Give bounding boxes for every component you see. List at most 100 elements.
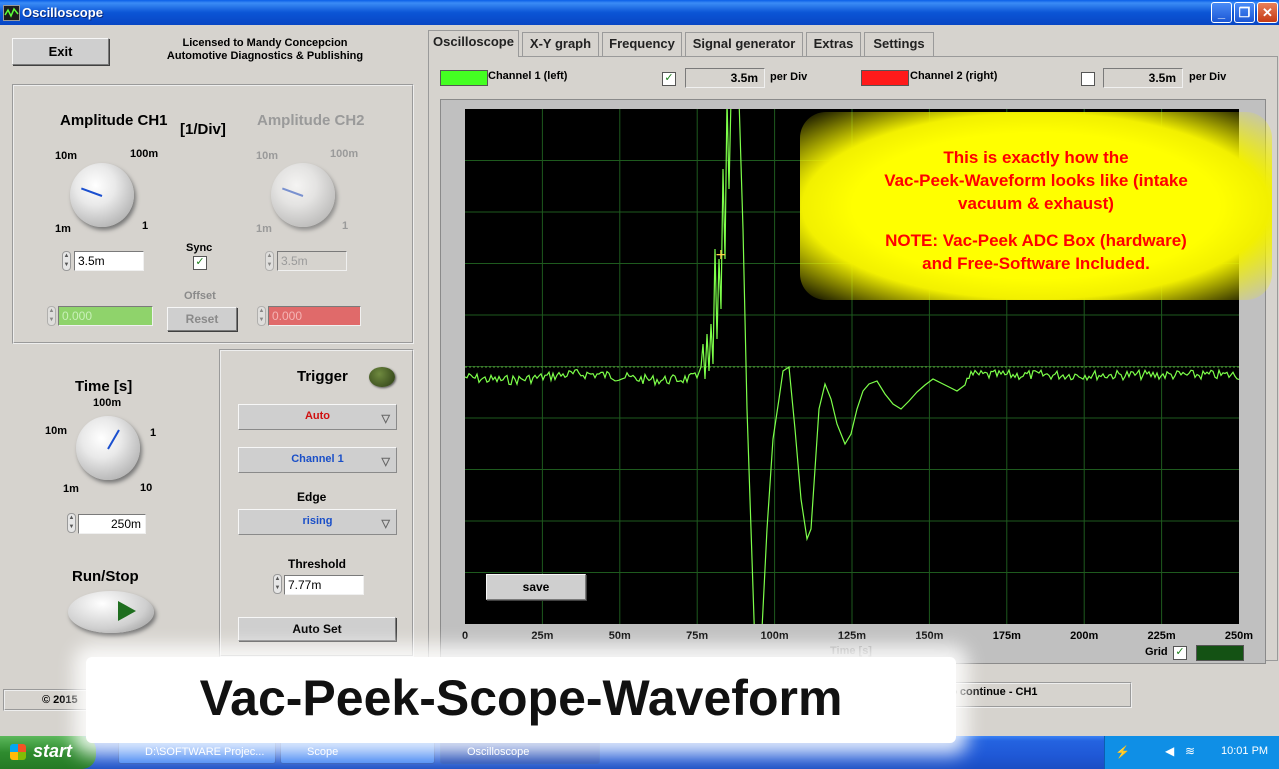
time-knob[interactable] [76, 416, 140, 480]
ch2-color-swatch [861, 70, 909, 86]
offset-label: Offset [184, 290, 216, 302]
window-title: Oscilloscope [22, 5, 103, 20]
grid-color-swatch[interactable] [1196, 645, 1244, 661]
threshold-spinner[interactable]: ▲ ▼ [273, 574, 282, 594]
time-scale-100m: 100m [93, 397, 122, 409]
amplitude-unit: [1/Div] [180, 121, 226, 138]
auto-set-button[interactable]: Auto Set [238, 617, 396, 641]
reset-button[interactable]: Reset [167, 307, 237, 331]
wifi-icon: ≋ [1185, 744, 1196, 758]
tab-xy-graph[interactable]: X-Y graph [522, 32, 599, 56]
ch2-offset-spinner[interactable]: ▲ ▼ [257, 306, 266, 326]
ch1-label: Channel 1 (left) [488, 70, 568, 82]
start-label: start [33, 741, 73, 761]
cursor-marker: + [715, 247, 727, 263]
x-tick-label: 125m [837, 630, 867, 642]
tab-settings[interactable]: Settings [864, 32, 934, 56]
trigger-edge-value: rising [302, 515, 333, 527]
ch2-amplitude-field[interactable]: 3.5m [277, 251, 347, 271]
ch1-enable-checkbox[interactable]: ✓ [662, 72, 676, 86]
ch2-per-div-label: per Div [1189, 71, 1227, 83]
x-tick-label: 25m [531, 630, 554, 642]
minimize-button[interactable]: _ [1211, 2, 1232, 23]
ch2-scale-1: 1 [342, 220, 349, 232]
x-tick-label: 225m [1147, 630, 1176, 642]
ch2-scale-100m: 100m [330, 148, 359, 160]
copyright-text: © 2015 [42, 694, 78, 706]
tab-frequency[interactable]: Frequency [602, 32, 682, 56]
ch1-value-spinner[interactable]: ▲ ▼ [62, 251, 71, 271]
ch1-scale-10m: 10m [55, 150, 78, 162]
trigger-title: Trigger [297, 368, 348, 385]
license-line-2: Automotive Diagnostics & Publishing [166, 50, 364, 62]
ch2-offset-field[interactable]: 0.000 [268, 306, 361, 326]
callout-line-1: This is exactly how the [943, 148, 1129, 167]
time-scale-1: 1 [150, 427, 157, 439]
amplitude-ch2-knob[interactable] [271, 163, 335, 227]
maximize-button[interactable]: ❐ [1234, 2, 1255, 23]
chevron-down-icon: ▽ [381, 413, 390, 425]
ch2-label: Channel 2 (right) [910, 70, 998, 82]
grid-label: Grid [1145, 646, 1168, 658]
amplitude-ch1-knob[interactable] [70, 163, 134, 227]
taskbar-item-oscilloscope[interactable]: Oscilloscope [440, 740, 600, 764]
x-tick-label: 150m [915, 630, 944, 642]
tab-oscilloscope[interactable]: Oscilloscope [428, 30, 519, 57]
ch1-per-div-label: per Div [770, 71, 808, 83]
run-stop-button[interactable] [68, 591, 154, 633]
ch1-offset-field[interactable]: 0.000 [58, 306, 153, 326]
windows-logo-icon [10, 744, 26, 760]
taskbar-item-scope[interactable]: Scope [280, 740, 435, 764]
banner-text: Vac-Peek-Scope-Waveform [199, 670, 843, 726]
time-value-spinner[interactable]: ▲ ▼ [67, 513, 76, 533]
save-button[interactable]: save [486, 574, 586, 600]
threshold-field[interactable]: 7.77m [284, 575, 364, 595]
trigger-edge-select[interactable]: rising ▽ [238, 509, 397, 535]
ch1-perdiv-field[interactable]: 3.5m [685, 68, 765, 88]
ch1-scale-1m: 1m [55, 223, 71, 235]
chevron-down-icon: ▽ [381, 456, 390, 468]
ch1-scale-1: 1 [142, 220, 149, 232]
callout-line-2: Vac-Peek-Waveform looks like (intake [884, 171, 1188, 190]
x-tick-label: 100m [760, 630, 789, 642]
callout-line-4: NOTE: Vac-Peek ADC Box (hardware) [885, 231, 1187, 250]
amplitude-ch2-title: Amplitude CH2 [257, 112, 365, 129]
callout-line-3: vacuum & exhaust) [958, 194, 1114, 213]
sync-checkbox[interactable]: ✓ [193, 256, 207, 270]
tab-extras[interactable]: Extras [806, 32, 861, 56]
taskbar-item-folder[interactable]: D:\SOFTWARE Projec... [118, 740, 276, 764]
exit-button[interactable]: Exit [12, 38, 109, 65]
play-icon [118, 601, 136, 621]
edge-label: Edge [297, 490, 327, 504]
title-banner: Vac-Peek-Scope-Waveform [86, 657, 956, 743]
trigger-mode-select[interactable]: Auto ▽ [238, 404, 397, 430]
ch2-value-spinner[interactable]: ▲ ▼ [265, 251, 274, 271]
x-tick-label: 50m [608, 630, 631, 642]
ch1-color-swatch [440, 70, 488, 86]
sync-label: Sync [186, 242, 213, 254]
trigger-led [369, 367, 395, 387]
ch2-scale-1m: 1m [256, 223, 272, 235]
start-button[interactable]: start [0, 736, 96, 769]
ch1-amplitude-field[interactable]: 3.5m [74, 251, 144, 271]
tab-signal-generator[interactable]: Signal generator [685, 32, 803, 56]
ch2-perdiv-field[interactable]: 3.5m [1103, 68, 1183, 88]
threshold-label: Threshold [288, 557, 347, 571]
time-scale-10: 10 [140, 482, 153, 494]
amplitude-ch1-title: Amplitude CH1 [60, 112, 168, 129]
time-title: Time [s] [75, 378, 133, 395]
trigger-source-select[interactable]: Channel 1 ▽ [238, 447, 397, 473]
ch2-enable-checkbox[interactable] [1081, 72, 1095, 86]
time-value-field[interactable]: 250m [78, 514, 146, 534]
trigger-source-value: Channel 1 [291, 453, 344, 465]
ch1-offset-spinner[interactable]: ▲ ▼ [47, 306, 56, 326]
x-axis-label: Time [s] [830, 645, 872, 657]
network-icon: ⚡ [1115, 745, 1130, 759]
x-tick-label: 75m [686, 630, 709, 642]
close-button[interactable]: ✕ [1257, 2, 1278, 23]
trigger-mode-value: Auto [304, 410, 331, 422]
grid-checkbox[interactable]: ✓ [1173, 646, 1187, 660]
system-tray: ⚡ ◀ ≋ 10:01 PM [1104, 736, 1279, 769]
clock: 10:01 PM [1221, 745, 1269, 757]
x-tick-label: 200m [1070, 630, 1099, 642]
